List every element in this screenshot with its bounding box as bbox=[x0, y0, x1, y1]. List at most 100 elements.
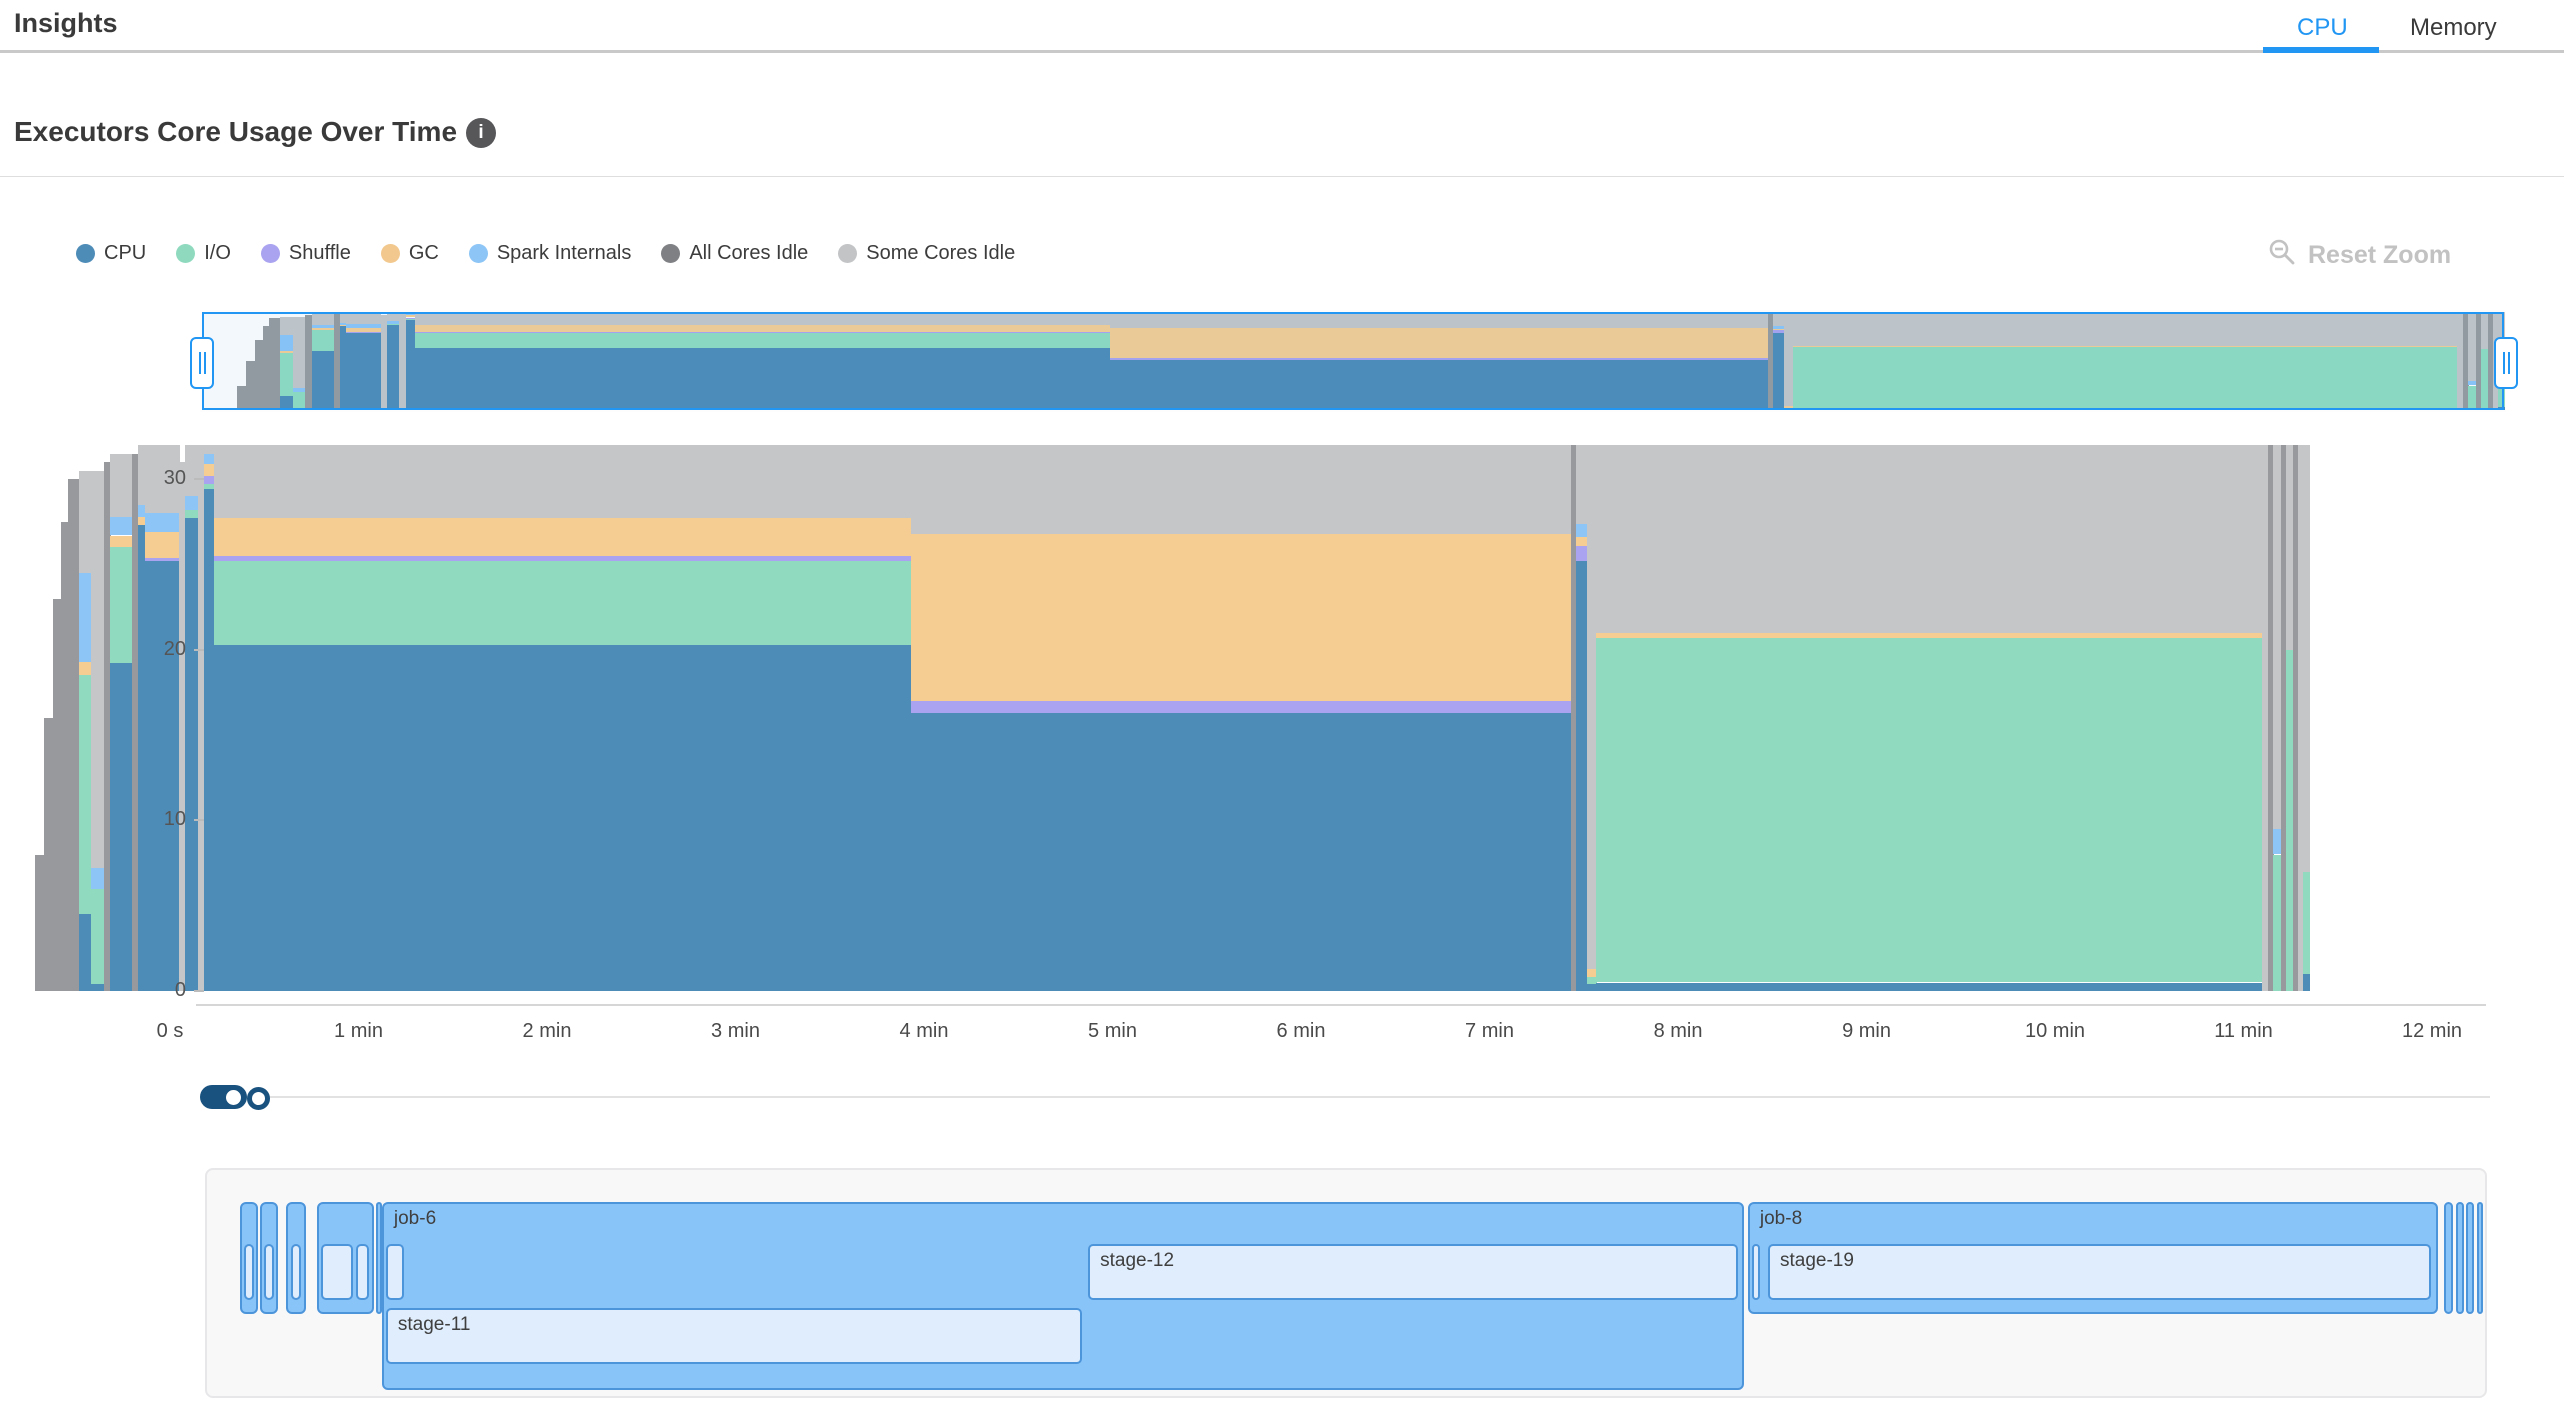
brush-handle-left[interactable] bbox=[190, 337, 214, 389]
time-slider-handle[interactable] bbox=[247, 1087, 270, 1110]
legend-item-io[interactable]: I/O bbox=[176, 242, 231, 265]
x-tick-label: 5 min bbox=[1088, 1020, 1137, 1043]
internals-legend-dot-icon bbox=[469, 244, 488, 263]
reset-zoom-button[interactable]: Reset Zoom bbox=[2268, 238, 2451, 273]
area-segment-some_idle bbox=[1576, 445, 1588, 524]
stage-bar[interactable] bbox=[356, 1244, 369, 1300]
section-title: Executors Core Usage Over Time bbox=[14, 116, 457, 148]
x-axis-line bbox=[196, 1004, 2486, 1006]
minimap-chart[interactable] bbox=[200, 310, 2506, 412]
legend-label: CPU bbox=[104, 242, 146, 265]
minimap-brush-selection[interactable] bbox=[202, 312, 2504, 410]
legend-label: Spark Internals bbox=[497, 242, 632, 265]
area-segment-shuffle bbox=[911, 701, 1572, 713]
tab-memory[interactable]: Memory bbox=[2410, 14, 2497, 42]
y-tick-label: 20 bbox=[130, 638, 186, 661]
y-tick-label: 30 bbox=[130, 467, 186, 490]
stage-bar[interactable] bbox=[264, 1244, 274, 1300]
x-tick-label: 3 min bbox=[711, 1020, 760, 1043]
area-segment-cpu bbox=[214, 645, 912, 991]
stage-bar-stage-19[interactable]: stage-19 bbox=[1768, 1244, 2431, 1300]
area-segment-gc bbox=[145, 532, 180, 558]
legend-item-internals[interactable]: Spark Internals bbox=[469, 242, 632, 265]
x-tick-label: 12 min bbox=[2402, 1020, 2462, 1043]
some_idle-legend-dot-icon bbox=[838, 244, 857, 263]
area-segment-some_idle bbox=[214, 445, 912, 518]
x-tick-label: 8 min bbox=[1654, 1020, 1703, 1043]
chart-legend: CPU I/O Shuffle GC Spark Internals All Cores … bbox=[76, 242, 1015, 265]
gc-legend-dot-icon bbox=[381, 244, 400, 263]
area-segment-io bbox=[91, 889, 104, 985]
legend-label: Shuffle bbox=[289, 242, 351, 265]
area-segment-all_idle bbox=[68, 479, 80, 991]
y-tick-mark bbox=[194, 649, 204, 651]
reset-zoom-label: Reset Zoom bbox=[2308, 241, 2451, 270]
legend-label: All Cores Idle bbox=[689, 242, 808, 265]
stage-bar-stage-11[interactable]: stage-11 bbox=[386, 1308, 1082, 1364]
x-tick-label: 10 min bbox=[2025, 1020, 2085, 1043]
area-segment-internals bbox=[79, 573, 92, 662]
area-segment-some_idle bbox=[911, 445, 1572, 534]
x-tick-label: 6 min bbox=[1277, 1020, 1326, 1043]
area-segment-some_idle bbox=[79, 471, 92, 573]
page-title: Insights bbox=[14, 8, 118, 39]
info-icon[interactable]: i bbox=[466, 118, 496, 148]
area-segment-io bbox=[1596, 638, 2263, 983]
y-tick-label: 0 bbox=[130, 979, 186, 1002]
area-segment-some_idle bbox=[185, 445, 198, 496]
zoom-out-icon bbox=[2268, 238, 2296, 273]
area-segment-some_idle bbox=[1596, 445, 2263, 633]
x-tick-label: 9 min bbox=[1842, 1020, 1891, 1043]
brush-grip bbox=[199, 352, 201, 374]
area-segment-some_idle bbox=[91, 471, 104, 869]
job-bar[interactable] bbox=[2466, 1202, 2474, 1314]
stage-bar[interactable] bbox=[386, 1244, 404, 1300]
x-tick-label: 4 min bbox=[900, 1020, 949, 1043]
area-segment-internals bbox=[110, 517, 133, 536]
legend-item-shuffle[interactable]: Shuffle bbox=[261, 242, 351, 265]
stage-bar[interactable] bbox=[291, 1244, 301, 1300]
area-segment-gc bbox=[79, 662, 92, 676]
legend-item-some_idle[interactable]: Some Cores Idle bbox=[838, 242, 1015, 265]
job-bar[interactable] bbox=[2444, 1202, 2453, 1314]
legend-item-gc[interactable]: GC bbox=[381, 242, 439, 265]
x-tick-label: 1 min bbox=[334, 1020, 383, 1043]
area-segment-gc bbox=[1596, 633, 2263, 638]
job-label: job-8 bbox=[1760, 1208, 1802, 1230]
legend-item-all_idle[interactable]: All Cores Idle bbox=[661, 242, 808, 265]
stage-bar-stage-12[interactable]: stage-12 bbox=[1088, 1244, 1738, 1300]
area-segment-gc bbox=[214, 518, 912, 556]
y-tick-label: 10 bbox=[130, 808, 186, 831]
brush-grip bbox=[2508, 352, 2510, 374]
job-label: job-6 bbox=[394, 1208, 436, 1230]
stage-label: stage-11 bbox=[398, 1314, 471, 1336]
time-slider-knob bbox=[226, 1090, 241, 1105]
area-segment-cpu bbox=[1596, 983, 2263, 992]
all_idle-legend-dot-icon bbox=[661, 244, 680, 263]
area-segment-cpu bbox=[79, 914, 92, 991]
area-segment-io bbox=[2303, 872, 2310, 974]
insights-page: Insights CPU Memory Executors Core Usage… bbox=[0, 0, 2564, 1404]
job-bar[interactable] bbox=[2456, 1202, 2464, 1314]
area-segment-cpu bbox=[911, 713, 1572, 991]
header-divider bbox=[0, 50, 2564, 53]
area-segment-internals bbox=[145, 513, 180, 532]
legend-item-cpu[interactable]: CPU bbox=[76, 242, 146, 265]
time-slider-track[interactable] bbox=[205, 1096, 2490, 1098]
section-divider bbox=[0, 176, 2564, 177]
tab-cpu[interactable]: CPU bbox=[2297, 14, 2348, 42]
stage-bar[interactable] bbox=[244, 1244, 254, 1300]
active-tab-underline bbox=[2263, 47, 2379, 53]
area-segment-io bbox=[214, 561, 912, 645]
area-segment-shuffle bbox=[145, 558, 180, 561]
stage-bar[interactable] bbox=[1752, 1244, 1760, 1300]
job-bar[interactable] bbox=[2477, 1202, 2483, 1314]
area-segment-cpu bbox=[185, 518, 198, 991]
area-segment-cpu bbox=[145, 561, 180, 991]
stage-bar[interactable] bbox=[321, 1244, 353, 1300]
area-segment-cpu bbox=[91, 984, 104, 991]
x-tick-label: 7 min bbox=[1465, 1020, 1514, 1043]
brush-handle-right[interactable] bbox=[2494, 337, 2518, 389]
area-segment-some_idle bbox=[2303, 445, 2310, 872]
cpu-usage-chart-plot[interactable] bbox=[170, 445, 2480, 991]
